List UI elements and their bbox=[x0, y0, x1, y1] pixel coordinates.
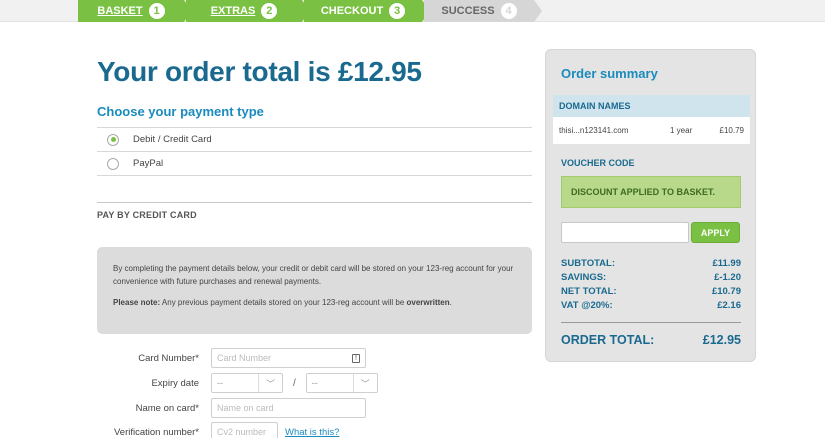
chevron-down-icon: ﹀ bbox=[258, 374, 282, 392]
cv2-input[interactable]: Cv2 number bbox=[211, 422, 278, 438]
step-arrow bbox=[534, 0, 542, 22]
radio-card[interactable] bbox=[107, 133, 119, 146]
step-number-3: 3 bbox=[389, 3, 406, 19]
savings-row: SAVINGS: £-1.20 bbox=[561, 272, 741, 283]
order-total-label: ORDER TOTAL: bbox=[561, 333, 655, 347]
name-on-card-input[interactable]: Name on card bbox=[211, 398, 366, 418]
card-number-label: Card Number* bbox=[138, 352, 199, 364]
voucher-code-heading: VOUCHER CODE bbox=[561, 158, 635, 168]
name-label: Name on card* bbox=[135, 402, 199, 414]
payment-main: Your order total is £12.95 Choose your p… bbox=[97, 50, 532, 220]
step-number-2: 2 bbox=[261, 3, 278, 19]
card-number-input[interactable]: Card Number ! bbox=[211, 348, 366, 368]
expiry-month-select[interactable]: -- ﹀ bbox=[211, 373, 283, 393]
pay-by-card-heading: PAY BY CREDIT CARD bbox=[97, 202, 532, 220]
domain-term: 1 year bbox=[670, 126, 693, 135]
note-end: . bbox=[449, 298, 452, 307]
step-number-4: 4 bbox=[500, 3, 517, 19]
note-text: Any previous payment details stored on y… bbox=[160, 298, 407, 307]
payment-option-label: Debit / Credit Card bbox=[133, 134, 212, 145]
order-total-value: £12.95 bbox=[702, 333, 741, 347]
expiry-row: Expiry date -- ﹀ / -- ﹀ bbox=[97, 373, 378, 393]
cv2-placeholder: Cv2 number bbox=[217, 427, 267, 437]
subtotal-value: £11.99 bbox=[712, 258, 741, 269]
payment-type-list: Debit / Credit Card PayPal bbox=[97, 127, 532, 176]
card-number-row: Card Number* Card Number ! bbox=[97, 348, 366, 368]
step-checkout-label: CHECKOUT bbox=[320, 5, 384, 17]
page-title: Your order total is £12.95 bbox=[97, 56, 422, 87]
voucher-success-message: DISCOUNT APPLIED TO BASKET. bbox=[561, 176, 741, 208]
expiry-year-value: -- bbox=[311, 378, 318, 388]
expiry-label: Expiry date bbox=[151, 377, 199, 389]
cv2-label: Verification number* bbox=[113, 426, 199, 438]
vat-label: VAT @20%: bbox=[561, 300, 613, 311]
payment-option-paypal[interactable]: PayPal bbox=[97, 152, 532, 176]
card-info-icon[interactable]: ! bbox=[352, 354, 360, 363]
net-total-label: NET TOTAL: bbox=[561, 286, 617, 297]
name-placeholder: Name on card bbox=[217, 403, 274, 413]
chevron-down-icon: ﹀ bbox=[352, 374, 377, 392]
payment-type-heading: Choose your payment type bbox=[97, 104, 264, 119]
expiry-year-select[interactable]: -- ﹀ bbox=[305, 373, 378, 393]
expiry-month-value: -- bbox=[217, 378, 223, 388]
step-checkout: CHECKOUT 3 bbox=[304, 0, 422, 22]
notice-note: Please note: Any previous payment detail… bbox=[113, 296, 516, 309]
apply-voucher-button[interactable]: APPLY bbox=[691, 222, 740, 243]
domain-price: £10.79 bbox=[719, 126, 744, 135]
savings-value: £-1.20 bbox=[714, 272, 741, 283]
step-extras-label[interactable]: EXTRAS bbox=[211, 5, 256, 17]
subtotal-label: SUBTOTAL: bbox=[561, 258, 616, 269]
payment-option-card[interactable]: Debit / Credit Card bbox=[97, 128, 532, 152]
vat-value: £2.16 bbox=[717, 300, 741, 311]
radio-paypal[interactable] bbox=[107, 157, 119, 170]
order-total-row: ORDER TOTAL: £12.95 bbox=[561, 333, 741, 347]
net-total-row: NET TOTAL: £10.79 bbox=[561, 286, 741, 297]
card-number-placeholder: Card Number bbox=[217, 353, 272, 363]
expiry-separator: / bbox=[293, 377, 296, 389]
totals-divider bbox=[561, 322, 741, 323]
vat-row: VAT @20%: £2.16 bbox=[561, 300, 741, 311]
net-total-value: £10.79 bbox=[711, 286, 741, 297]
step-basket[interactable]: BASKET 1 bbox=[78, 0, 184, 22]
notice-text: By completing the payment details below,… bbox=[113, 264, 514, 286]
payment-option-label: PayPal bbox=[133, 158, 164, 169]
name-row: Name on card* Name on card bbox=[97, 398, 366, 418]
cv2-row: Verification number* Cv2 number What is … bbox=[97, 422, 339, 438]
savings-label: SAVINGS: bbox=[561, 272, 607, 283]
step-extras[interactable]: EXTRAS 2 bbox=[186, 0, 302, 22]
card-storage-notice: By completing the payment details below,… bbox=[97, 247, 532, 334]
note-strong: overwritten bbox=[406, 298, 450, 307]
checkout-progress-bar: BASKET 1 EXTRAS 2 CHECKOUT 3 SUCCESS 4 bbox=[0, 0, 825, 22]
domain-names-heading: DOMAIN NAMES bbox=[553, 95, 750, 117]
note-label: Please note: bbox=[113, 298, 161, 307]
order-summary-panel: Order summary DOMAIN NAMES thisi...n1231… bbox=[545, 49, 756, 362]
step-success: SUCCESS 4 bbox=[424, 0, 534, 22]
domain-row: thisi...n123141.com 1 year £10.79 bbox=[553, 117, 750, 144]
step-basket-label[interactable]: BASKET bbox=[97, 5, 142, 17]
step-number-1: 1 bbox=[148, 3, 165, 19]
what-is-this-link[interactable]: What is this? bbox=[285, 427, 339, 438]
subtotal-row: SUBTOTAL: £11.99 bbox=[561, 258, 741, 269]
domain-name: thisi...n123141.com bbox=[559, 126, 629, 135]
step-success-label: SUCCESS bbox=[441, 5, 495, 17]
order-summary-title: Order summary bbox=[561, 66, 658, 81]
voucher-code-input[interactable] bbox=[561, 222, 689, 243]
